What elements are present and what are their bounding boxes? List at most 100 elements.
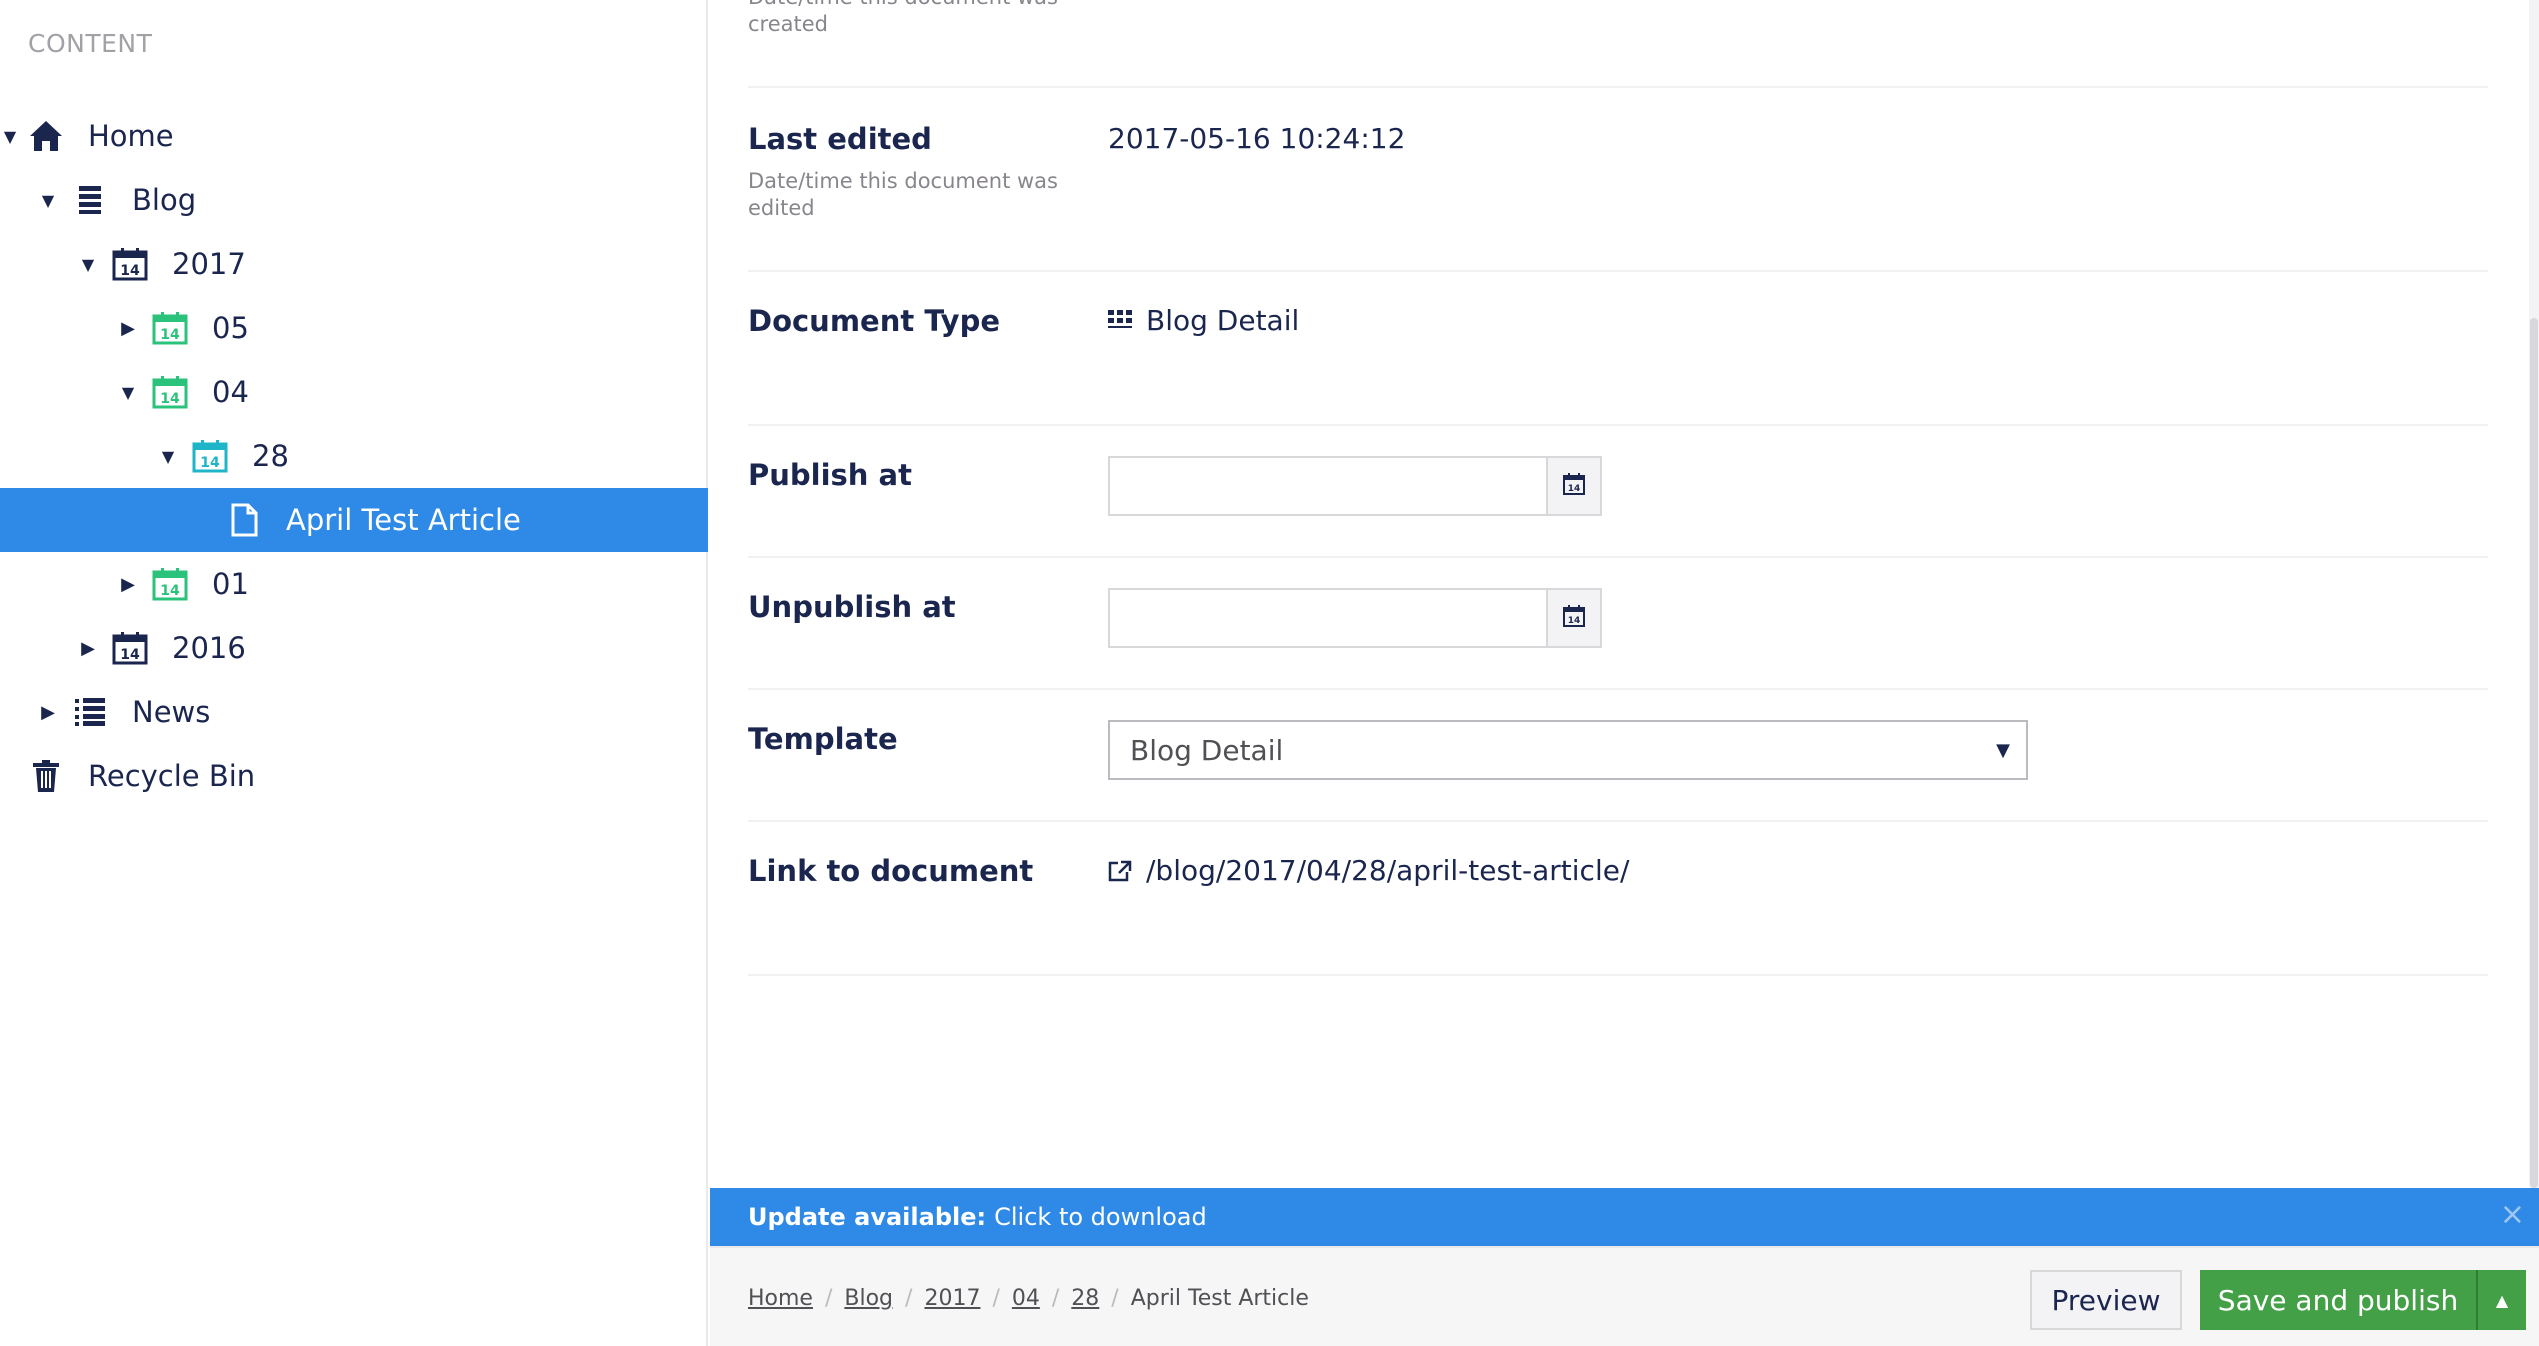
breadcrumb-separator: / <box>1051 1286 1060 1311</box>
tree-item-label: Home <box>88 119 174 153</box>
properties-panel: Date/time this document was created Last… <box>710 0 2539 1346</box>
tree-item-label: 28 <box>252 439 289 473</box>
document-link[interactable]: /blog/2017/04/28/april-test-article/ <box>1108 854 1629 887</box>
update-available-bar[interactable]: Update available: Click to download × <box>710 1188 2539 1246</box>
dropdown-arrow-icon: ▼ <box>1996 739 2010 761</box>
tree-item-2017[interactable]: ▼ 14 2017 <box>0 232 708 296</box>
template-selected-value: Blog Detail <box>1130 733 1284 767</box>
tree-item-2016[interactable]: ▶ 14 2016 <box>0 616 708 680</box>
vertical-scrollbar[interactable] <box>2529 0 2539 1188</box>
tree-item-news[interactable]: ▶ News <box>0 680 708 744</box>
document-type-value: Blog Detail <box>1108 304 1299 337</box>
publish-options-button[interactable]: ▲ <box>2476 1270 2526 1330</box>
publish-at-field[interactable]: 14 <box>1108 456 1602 516</box>
caret-right-icon[interactable]: ▶ <box>78 638 98 659</box>
unpublish-at-input[interactable] <box>1110 590 1546 646</box>
tree-item-label: 2016 <box>172 631 246 665</box>
svg-text:14: 14 <box>1568 484 1581 494</box>
caret-down-icon[interactable]: ▼ <box>118 382 138 402</box>
unpublish-at-calendar-button[interactable]: 14 <box>1546 590 1600 646</box>
calendar-icon: 14 <box>1563 605 1585 631</box>
prop-label: Template <box>748 722 898 756</box>
calendar-icon: 14 <box>150 372 190 412</box>
calendar-icon: 14 <box>110 628 150 668</box>
svg-text:14: 14 <box>160 391 180 407</box>
calendar-icon: 14 <box>1563 473 1585 499</box>
breadcrumb-link-blog[interactable]: Blog <box>844 1286 893 1311</box>
breadcrumb-link-home[interactable]: Home <box>748 1286 813 1311</box>
prop-row-last-edited: Last edited Date/time this document was … <box>748 88 2488 272</box>
publish-at-calendar-button[interactable]: 14 <box>1546 458 1600 514</box>
tree-item-01[interactable]: ▶ 14 01 <box>0 552 708 616</box>
caret-down-icon[interactable]: ▼ <box>158 446 178 466</box>
save-and-publish-button[interactable]: Save and publish <box>2200 1270 2476 1330</box>
tree-item-recycle-bin[interactable]: Recycle Bin <box>0 744 708 808</box>
tree-item-04[interactable]: ▼ 14 04 <box>0 360 708 424</box>
prop-description: Date/time this document was created <box>748 0 1058 36</box>
breadcrumb-current: April Test Article <box>1130 1286 1309 1311</box>
svg-text:14: 14 <box>120 263 140 279</box>
tree-item-05[interactable]: ▶ 14 05 <box>0 296 708 360</box>
close-icon[interactable]: × <box>2500 1200 2525 1230</box>
list-icon <box>70 180 110 220</box>
breadcrumb-link-28[interactable]: 28 <box>1071 1286 1099 1311</box>
tree-item-label: News <box>132 695 211 729</box>
calendar-icon: 14 <box>110 244 150 284</box>
tree-item-label: 2017 <box>172 247 246 281</box>
prop-label: Link to document <box>748 854 1034 888</box>
update-link-text[interactable]: Click to download <box>994 1203 1207 1231</box>
calendar-icon: 14 <box>190 436 230 476</box>
document-type-text: Blog Detail <box>1146 304 1300 337</box>
caret-right-icon[interactable]: ▶ <box>38 702 58 723</box>
prop-label: Publish at <box>748 458 912 492</box>
preview-button[interactable]: Preview <box>2030 1270 2182 1330</box>
calendar-icon: 14 <box>150 564 190 604</box>
grid-icon <box>1108 309 1132 332</box>
numbered-list-icon <box>70 692 110 732</box>
last-edited-text: 2017-05-16 10:24:12 <box>1108 122 1406 155</box>
sidebar-heading: CONTENT <box>28 29 153 58</box>
calendar-icon: 14 <box>150 308 190 348</box>
tree-item-home[interactable]: ▼ Home <box>0 104 708 168</box>
document-icon <box>224 500 264 540</box>
prop-row-unpublish-at: Unpublish at 14 <box>748 558 2488 690</box>
caret-down-icon[interactable]: ▼ <box>78 254 98 274</box>
caret-right-icon[interactable]: ▶ <box>118 318 138 339</box>
publish-at-input[interactable] <box>1110 458 1546 514</box>
scrollbar-thumb[interactable] <box>2530 318 2538 1188</box>
tree-item-28[interactable]: ▼ 14 28 <box>0 424 708 488</box>
tree-item-label: 01 <box>212 567 249 601</box>
breadcrumb: Home / Blog / 2017 / 04 / 28 / April Tes… <box>748 1286 1309 1311</box>
tree-item-label: Recycle Bin <box>88 759 256 793</box>
prop-description: Date/time this document was edited <box>748 169 1058 220</box>
tree-item-label: Blog <box>132 183 197 217</box>
prop-label: Document Type <box>748 304 1000 338</box>
svg-text:14: 14 <box>160 583 180 599</box>
trash-icon <box>26 756 66 796</box>
tree-item-blog[interactable]: ▼ Blog <box>0 168 708 232</box>
svg-text:14: 14 <box>160 327 180 343</box>
svg-text:14: 14 <box>200 455 220 471</box>
breadcrumb-link-2017[interactable]: 2017 <box>924 1286 980 1311</box>
caret-down-icon[interactable]: ▼ <box>0 126 20 146</box>
prop-label: Unpublish at <box>748 590 956 624</box>
breadcrumb-link-04[interactable]: 04 <box>1012 1286 1040 1311</box>
caret-right-icon[interactable]: ▶ <box>118 574 138 595</box>
last-edited-value: 2017-05-16 10:24:12 <box>1108 122 1405 155</box>
caret-up-icon: ▲ <box>2495 1290 2509 1310</box>
unpublish-at-field[interactable]: 14 <box>1108 588 1602 648</box>
home-icon <box>26 116 66 156</box>
breadcrumb-separator: / <box>1111 1286 1119 1311</box>
tree-item-label: April Test Article <box>286 503 521 537</box>
breadcrumb-separator: / <box>905 1286 913 1311</box>
prop-row-created: Date/time this document was created <box>748 0 2488 88</box>
svg-text:14: 14 <box>120 647 140 663</box>
tree-item-april-test-article[interactable]: April Test Article <box>0 488 708 552</box>
template-select[interactable]: Blog Detail ▼ <box>1108 720 2028 780</box>
update-bold-text: Update available: <box>748 1203 987 1231</box>
caret-down-icon[interactable]: ▼ <box>38 190 58 210</box>
external-link-icon <box>1108 860 1132 882</box>
prop-row-template: Template Blog Detail ▼ <box>748 690 2488 822</box>
prop-label: Last edited <box>748 122 932 156</box>
document-link-text[interactable]: /blog/2017/04/28/april-test-article/ <box>1146 854 1629 887</box>
